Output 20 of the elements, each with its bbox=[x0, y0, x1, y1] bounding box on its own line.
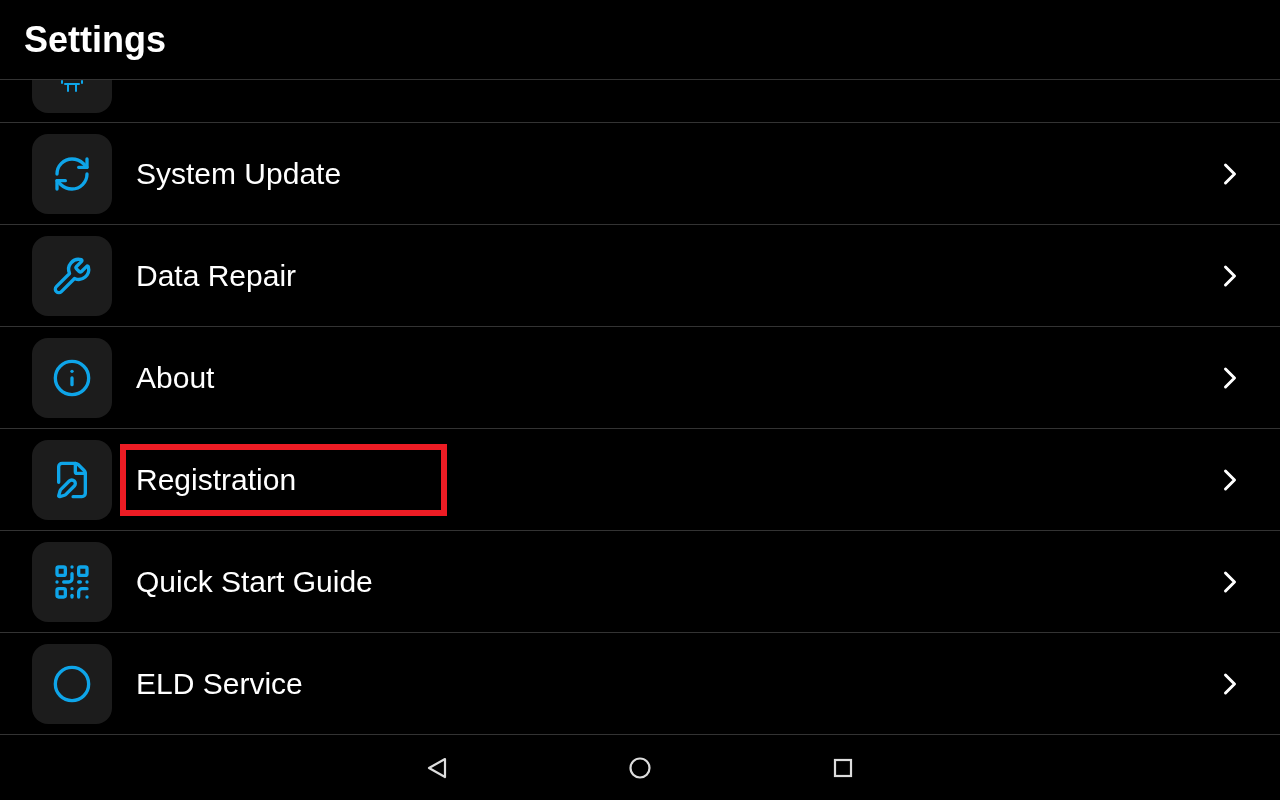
robot-legs-icon bbox=[61, 80, 83, 92]
circle-icon bbox=[52, 663, 92, 704]
row-label: Data Repair bbox=[136, 258, 297, 294]
settings-row[interactable]: Quick Start Guide bbox=[0, 531, 1280, 633]
row-label: Registration bbox=[120, 443, 447, 516]
recents-icon[interactable] bbox=[832, 757, 854, 779]
info-icon bbox=[52, 357, 92, 398]
page-title: Settings bbox=[24, 17, 166, 62]
row-label: Quick Start Guide bbox=[136, 564, 373, 600]
home-icon[interactable] bbox=[628, 756, 652, 780]
settings-row[interactable]: Registration bbox=[0, 429, 1280, 531]
wrench-icon bbox=[52, 255, 92, 296]
settings-row[interactable]: ELD Service bbox=[0, 633, 1280, 735]
row-label: ELD Service bbox=[136, 666, 303, 702]
row-label: System Update bbox=[136, 156, 342, 192]
row-label: About bbox=[136, 360, 215, 396]
settings-row[interactable]: Data Repair bbox=[0, 225, 1280, 327]
back-icon[interactable] bbox=[426, 756, 448, 780]
settings-row[interactable]: About bbox=[0, 327, 1280, 429]
settings-row[interactable]: System Update bbox=[0, 123, 1280, 225]
